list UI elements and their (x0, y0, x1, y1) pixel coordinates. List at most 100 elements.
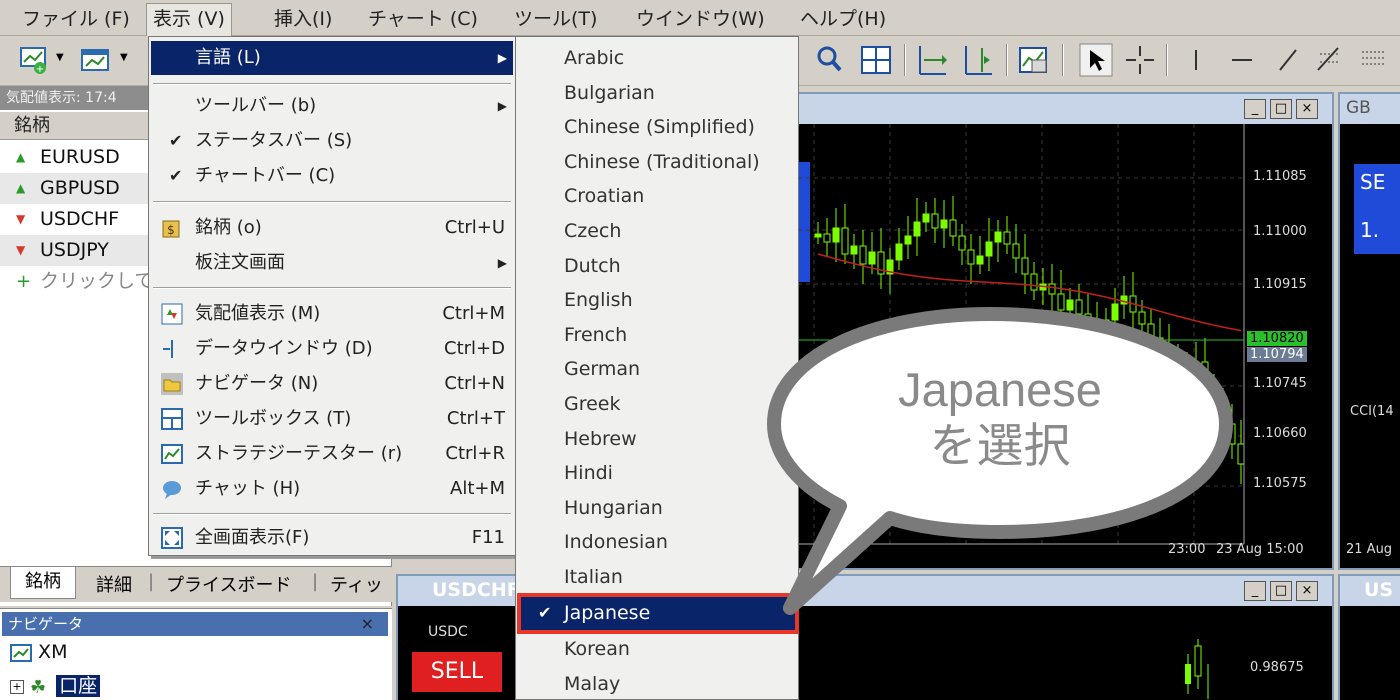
language-item[interactable]: Czech (520, 214, 796, 249)
candle-body (1030, 273, 1038, 291)
tab-symbols[interactable]: 銘柄 (10, 567, 76, 599)
menu-item-language[interactable]: 言語 (L) ▶ (151, 41, 513, 75)
maximize-icon[interactable]: □ (1270, 99, 1292, 119)
profiles-icon[interactable] (78, 42, 114, 78)
menu-item-label: 言語 (L) (195, 47, 261, 68)
menu-item-shortcut: Alt+M (450, 478, 505, 499)
language-item[interactable]: Hindi (520, 456, 796, 491)
menu-item-label: チャートバー (C) (195, 165, 336, 186)
callout-line: Japanese (898, 363, 1102, 416)
menu-file[interactable]: ファイル (F) (16, 6, 136, 32)
fullscreen-icon (161, 527, 183, 549)
menu-item-shortcut: Ctrl+M (442, 303, 505, 324)
tree-item-xm[interactable]: XM (10, 641, 67, 663)
language-item[interactable]: Hebrew (520, 422, 796, 457)
autoscroll-icon[interactable] (914, 42, 950, 78)
chart-titlebar: _ □ × (798, 94, 1332, 124)
language-item[interactable]: German (520, 352, 796, 387)
chart-title: US (1364, 579, 1394, 601)
close-icon[interactable]: × (1296, 581, 1318, 601)
menu-help[interactable]: ヘルプ(H) (794, 6, 892, 32)
menu-item-symbols[interactable]: $ 銘柄 (o) Ctrl+U (151, 211, 513, 245)
candle-body (841, 227, 849, 255)
horizontal-line-icon[interactable] (1224, 42, 1260, 78)
language-item-japanese[interactable]: ✔ Japanese (517, 593, 799, 634)
menu-view[interactable]: 表示 (V) (146, 3, 232, 36)
price-tick: 1.10915 (1253, 277, 1307, 292)
toolbar-separator (904, 44, 906, 76)
indicators-icon[interactable] (1016, 42, 1052, 78)
market-watch-tabs: 銘柄 詳細 | プライスボード | ティッ (0, 566, 392, 602)
svg-text:$: $ (167, 223, 175, 237)
language-item[interactable]: Indonesian (520, 525, 796, 560)
menu-item-shortcut: F11 (471, 527, 505, 548)
menu-window[interactable]: ウインドウ(W) (630, 6, 771, 32)
sell-button[interactable]: SELL (412, 652, 502, 692)
language-item[interactable]: English (520, 283, 796, 318)
language-item[interactable]: Dutch (520, 249, 796, 284)
menu-insert[interactable]: 挿入(I) (268, 6, 338, 32)
language-item[interactable]: French (520, 318, 796, 353)
trendline-icon[interactable] (1270, 42, 1306, 78)
fibo-fan-icon[interactable] (1356, 42, 1392, 78)
menu-item-toolbars[interactable]: ツールバー (b) ▶ (151, 89, 513, 123)
menu-item-chat[interactable]: チャット (H) Alt+M (151, 472, 513, 506)
menu-item-toolbox[interactable]: ツールボックス (T) Ctrl+T (151, 402, 513, 436)
menu-tools[interactable]: ツール(T) (508, 6, 603, 32)
menu-item-label: 全画面表示(F) (195, 527, 310, 548)
menu-item-depth-of-market[interactable]: 板注文画面 ▶ (151, 246, 513, 280)
toolbar-separator (1166, 44, 1168, 76)
symbol-name: USDCHF (40, 208, 120, 230)
language-item[interactable]: Malay (520, 667, 796, 700)
menu-item-chart-bar[interactable]: ✔ チャートバー (C) (151, 159, 513, 193)
menu-separator (153, 201, 511, 203)
language-item[interactable]: Arabic (520, 41, 796, 76)
menu-item-strategy-tester[interactable]: ストラテジーテスター (r) Ctrl+R (151, 437, 513, 471)
menu-item-data-window[interactable]: データウインドウ (D) Ctrl+D (151, 332, 513, 366)
navigator-title: ナビゲータ × (2, 612, 388, 636)
language-item[interactable]: Bulgarian (520, 76, 796, 111)
sell-panel[interactable]: SE 1. (1354, 164, 1400, 254)
fibonacci-icon[interactable] (1312, 42, 1348, 78)
language-item[interactable]: Italian (520, 560, 796, 595)
candle-body (940, 219, 948, 229)
language-item[interactable]: Greek (520, 387, 796, 422)
zoom-icon[interactable] (812, 42, 848, 78)
crosshair-icon[interactable] (1122, 42, 1158, 78)
sell-label: SE (1360, 170, 1386, 194)
new-chart-icon[interactable]: + (16, 42, 52, 78)
candle-body (1003, 231, 1011, 245)
language-item[interactable]: Chinese (Simplified) (520, 110, 796, 145)
price-tick: 1.11000 (1253, 224, 1307, 239)
menu-item-status-bar[interactable]: ✔ ステータスバー (S) (151, 124, 513, 158)
tab-ticks[interactable]: ティッ (330, 571, 383, 597)
menu-chart[interactable]: チャート (C) (362, 6, 484, 32)
candle-body (949, 219, 957, 237)
dropdown-arrow-icon[interactable]: ▼ (56, 52, 64, 63)
candle-body (1012, 243, 1020, 259)
minimize-icon[interactable]: _ (1244, 99, 1266, 119)
dropdown-arrow-icon[interactable]: ▼ (120, 52, 128, 63)
menu-item-fullscreen[interactable]: 全画面表示(F) F11 (151, 521, 513, 555)
cursor-icon[interactable] (1078, 42, 1114, 78)
vertical-line-icon[interactable] (1178, 42, 1214, 78)
language-label: Italian (564, 566, 623, 588)
close-icon[interactable]: × (1296, 99, 1318, 119)
menu-item-navigator[interactable]: ナビゲータ (N) Ctrl+N (151, 367, 513, 401)
tree-item-accounts[interactable]: + ☘ 口座 (10, 671, 101, 698)
chart-shift-icon[interactable] (960, 42, 996, 78)
menu-item-market-watch[interactable]: 気配値表示 (M) Ctrl+M (151, 297, 513, 331)
close-icon[interactable]: × (361, 612, 374, 636)
language-label: Croatian (564, 185, 645, 208)
expand-icon[interactable]: + (10, 679, 24, 694)
buy-panel[interactable] (798, 162, 810, 282)
language-item[interactable]: Croatian (520, 179, 796, 214)
language-item[interactable]: Chinese (Traditional) (520, 145, 796, 180)
tab-price-board[interactable]: プライスボード (166, 571, 291, 597)
tile-windows-icon[interactable] (858, 42, 894, 78)
language-item[interactable]: Korean (520, 632, 796, 667)
language-label: Czech (564, 220, 622, 242)
language-item[interactable]: Hungarian (520, 491, 796, 526)
tab-details[interactable]: 詳細 (96, 571, 132, 597)
chart-title: USDCHF (432, 579, 520, 601)
